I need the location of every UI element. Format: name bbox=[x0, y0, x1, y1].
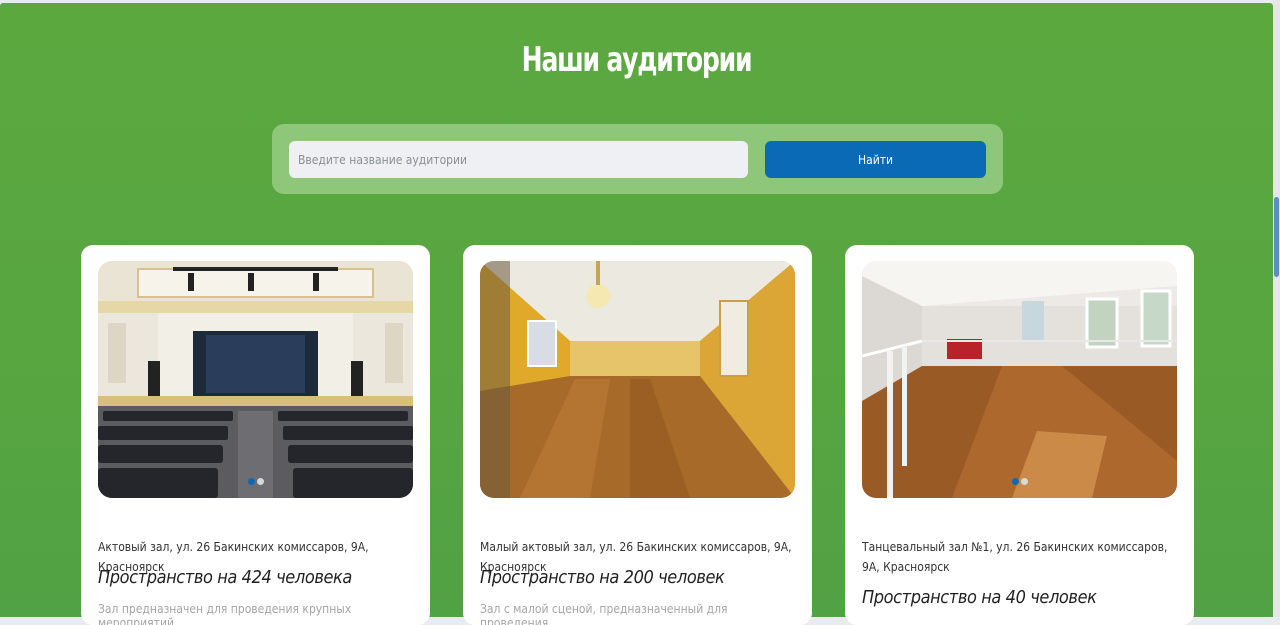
auditorium-address: Танцевальный зал №1, ул. 26 Бакинских ко… bbox=[862, 540, 1168, 574]
small-assembly-hall-image bbox=[480, 261, 795, 498]
scrollbar[interactable] bbox=[1273, 0, 1280, 617]
auditorium-capacity: Пространство на 424 человека bbox=[98, 567, 352, 588]
search-input[interactable] bbox=[289, 141, 748, 178]
scrollbar-thumb[interactable] bbox=[1274, 197, 1279, 277]
auditorium-photo-assembly-hall[interactable] bbox=[98, 261, 413, 498]
search-button[interactable]: Найти bbox=[765, 141, 986, 178]
page-title: Наши аудитории bbox=[521, 40, 753, 80]
auditorium-card[interactable]: Малый актовый зал, ул. 26 Бакинских коми… bbox=[463, 245, 812, 625]
dance-hall-image bbox=[862, 261, 1177, 498]
carousel-dots bbox=[98, 470, 413, 489]
auditorium-photo-dance-hall[interactable] bbox=[862, 261, 1177, 498]
search-panel: Найти bbox=[272, 124, 1003, 194]
carousel-dot-1[interactable] bbox=[247, 478, 255, 485]
auditorium-description: Зал с малой сценой, предназначенный для … bbox=[480, 602, 728, 625]
assembly-hall-image bbox=[98, 261, 413, 498]
auditorium-description: Зал предназначен для проведения крупных … bbox=[98, 602, 352, 625]
auditorium-capacity: Пространство на 200 человек bbox=[480, 567, 725, 588]
carousel-dot-1[interactable] bbox=[1011, 478, 1019, 485]
carousel-dot-2[interactable] bbox=[1020, 478, 1028, 485]
auditorium-capacity: Пространство на 40 человек bbox=[862, 587, 1097, 608]
auditorium-card[interactable]: Танцевальный зал №1, ул. 26 Бакинских ко… bbox=[845, 245, 1194, 625]
carousel-dots bbox=[862, 470, 1177, 489]
carousel-dot-2[interactable] bbox=[256, 478, 264, 485]
auditorium-card[interactable]: Актовый зал, ул. 26 Бакинских комиссаров… bbox=[81, 245, 430, 625]
auditorium-photo-small-assembly-hall[interactable] bbox=[480, 261, 795, 498]
